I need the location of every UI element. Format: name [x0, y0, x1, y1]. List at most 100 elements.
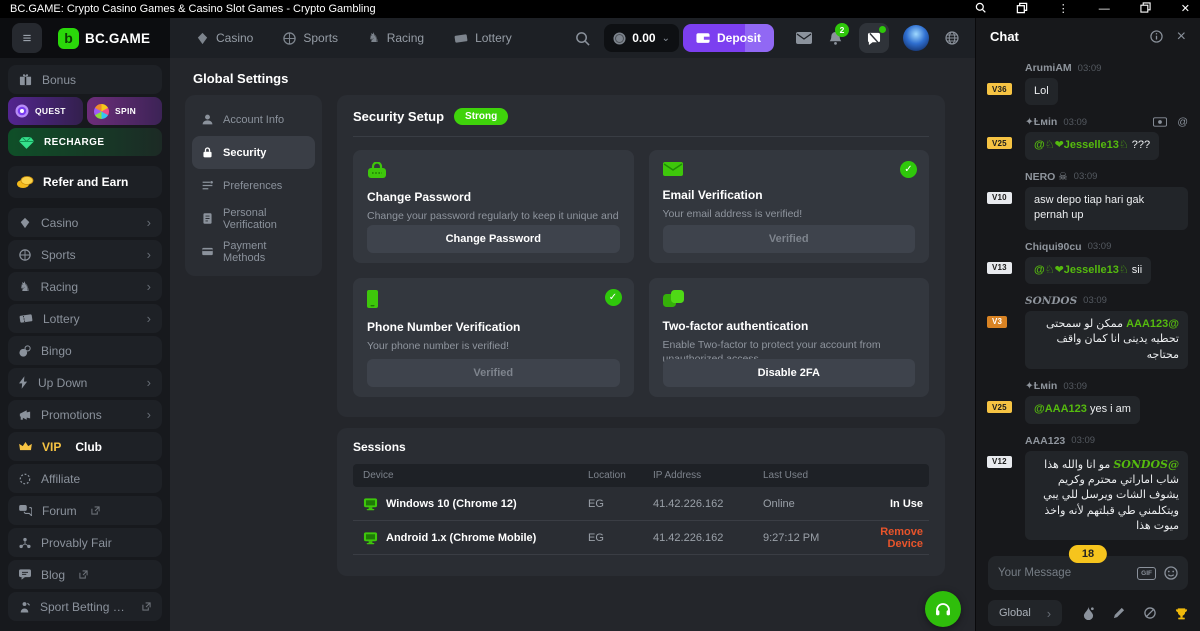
chat-username[interactable]: ✦Ƚмin — [1025, 116, 1057, 128]
tab-personal-verification[interactable]: Personal Verification — [192, 202, 315, 235]
coin-flip-icon[interactable] — [1144, 607, 1156, 619]
close-button[interactable]: ✕ — [1181, 4, 1190, 15]
nav-sports[interactable]: Sports — [283, 31, 338, 45]
credit-card-icon — [201, 245, 214, 258]
tab-security[interactable]: Security — [192, 136, 315, 169]
chat-title: Chat — [990, 29, 1019, 44]
tip-banknote-icon[interactable] — [1153, 117, 1167, 127]
mention-icon[interactable]: @ — [1177, 116, 1188, 128]
chat-message-list[interactable]: V36 ArumiAM03:09 Lol V25 ✦Ƚмin 03:09 @ — [976, 55, 1200, 547]
chat-message-input[interactable] — [998, 567, 1129, 579]
chat-timestamp: 03:09 — [1083, 295, 1107, 306]
minimize-button[interactable]: — — [1099, 4, 1110, 15]
sidebar-item-racing[interactable]: ♞ Racing — [8, 272, 162, 301]
tab-account-info[interactable]: Account Info — [192, 103, 315, 136]
support-fab[interactable] — [925, 591, 961, 627]
emoji-icon[interactable] — [1164, 566, 1178, 580]
restore-button[interactable] — [1140, 2, 1151, 16]
gif-icon[interactable]: GIF — [1137, 567, 1156, 580]
chat-channel-selector[interactable]: Global — [988, 600, 1062, 626]
sidebar-item-provably-fair[interactable]: Provably Fair — [8, 528, 162, 557]
sidebar-item-promotions[interactable]: Promotions — [8, 400, 162, 429]
bcgame-logo[interactable]: BC.GAME — [58, 28, 150, 49]
sidebar-item-sports[interactable]: Sports — [8, 240, 162, 269]
chat-timestamp: 03:09 — [1063, 381, 1087, 392]
lock-icon — [201, 146, 214, 159]
close-chat-icon[interactable] — [1177, 29, 1186, 45]
chat-bubble: Lol — [1025, 78, 1058, 105]
user-avatar[interactable] — [903, 25, 929, 51]
sport-insights-icon — [19, 601, 30, 613]
unread-count-badge[interactable]: 18 — [1069, 545, 1107, 563]
verified-check-icon — [900, 161, 917, 178]
browser-titlebar: BC.GAME: Crypto Casino Games & Casino Sl… — [0, 0, 1200, 18]
chevron-right-icon — [147, 279, 151, 294]
mail-icon[interactable] — [796, 32, 812, 44]
info-icon[interactable] — [1150, 30, 1163, 43]
recharge-button[interactable]: RECHARGE — [8, 128, 162, 156]
sidebar-item-bonus[interactable]: Bonus — [8, 65, 162, 94]
refer-and-earn-button[interactable]: Refer and Earn — [8, 166, 162, 198]
quest-button[interactable]: QUEST — [8, 97, 83, 125]
mail-icon — [663, 162, 683, 176]
tab-payment-methods[interactable]: Payment Methods — [192, 235, 315, 268]
provably-fair-icon — [19, 537, 31, 549]
pencil-icon[interactable] — [1113, 607, 1125, 619]
search-icon[interactable] — [575, 31, 590, 46]
sidebar: Bonus QUEST SPIN RECHARGE Refer and Earn — [0, 58, 170, 631]
chat-username[interactable]: ✦Ƚмin — [1025, 380, 1057, 392]
hamburger-menu-icon[interactable] — [12, 23, 42, 53]
casino-diamond-icon — [19, 217, 31, 229]
chat-username[interactable]: Chiqui90cu — [1025, 241, 1082, 253]
sidebar-item-forum[interactable]: Forum — [8, 496, 162, 525]
nav-casino[interactable]: Casino — [196, 31, 253, 45]
change-password-card: Change Password Change your password reg… — [353, 150, 634, 263]
nav-racing[interactable]: ♞ Racing — [368, 30, 424, 46]
sidebar-item-blog[interactable]: Blog — [8, 560, 162, 589]
session-last-used: Online — [763, 498, 868, 510]
chevron-right-icon — [147, 407, 151, 422]
vip-level-badge: V25 — [985, 399, 1014, 415]
chat-username[interactable]: SONDOS — [1025, 295, 1077, 307]
racing-horse-icon: ♞ — [19, 279, 31, 295]
chat-toggle-button[interactable] — [859, 23, 889, 53]
coin-icon — [613, 32, 626, 45]
chevron-right-icon — [147, 311, 151, 326]
chat-message: V36 ArumiAM03:09 Lol — [988, 62, 1188, 105]
bingo-balls-icon — [19, 345, 31, 357]
trophy-icon[interactable] — [1175, 607, 1188, 620]
email-verified-button[interactable]: Verified — [663, 225, 916, 253]
sidebar-item-lottery[interactable]: Lottery — [8, 304, 162, 333]
rain-drop-icon[interactable] — [1083, 606, 1094, 620]
titlebar-menu-icon[interactable]: ⋮ — [1058, 4, 1069, 15]
nav-lottery[interactable]: Lottery — [454, 31, 512, 45]
titlebar-search-icon[interactable] — [975, 2, 986, 16]
device-name: Android 1.x (Chrome Mobile) — [386, 532, 536, 544]
sports-ball-icon — [19, 249, 31, 261]
tab-preferences[interactable]: Preferences — [192, 169, 315, 202]
vip-level-badge: V13 — [985, 260, 1014, 276]
chat-username[interactable]: NERO ☠ — [1025, 171, 1068, 183]
phone-verified-button[interactable]: Verified — [367, 359, 620, 387]
deposit-button[interactable]: Deposit — [683, 24, 774, 52]
chat-username[interactable]: ArumiAM — [1025, 62, 1072, 74]
titlebar-tab-icon[interactable] — [1016, 2, 1028, 17]
remove-device-link[interactable]: Remove Device — [868, 526, 929, 550]
sidebar-item-vip-club[interactable]: VIPClub — [8, 432, 162, 461]
disable-2fa-button[interactable]: Disable 2FA — [663, 359, 916, 387]
sidebar-item-affiliate[interactable]: Affiliate — [8, 464, 162, 493]
chat-panel: Chat V36 ArumiAM03:09 Lol V25 ✦Ƚмin 03:09 — [975, 18, 1200, 631]
balance-selector[interactable]: 0.00 — [604, 24, 679, 52]
vip-level-badge: V25 — [985, 135, 1014, 151]
bell-icon[interactable]: 2 — [829, 31, 842, 45]
globe-icon[interactable] — [945, 31, 959, 45]
sidebar-item-bingo[interactable]: Bingo — [8, 336, 162, 365]
sidebar-item-casino[interactable]: Casino — [8, 208, 162, 237]
sidebar-item-sport-betting-insights[interactable]: Sport Betting Insig... — [8, 592, 162, 621]
chat-username[interactable]: AAA123 — [1025, 435, 1065, 447]
sidebar-item-updown[interactable]: Up Down — [8, 368, 162, 397]
chat-bubble-icon — [867, 32, 881, 45]
change-password-button[interactable]: Change Password — [367, 225, 620, 253]
spin-button[interactable]: SPIN — [87, 97, 162, 125]
crown-icon — [19, 442, 32, 452]
